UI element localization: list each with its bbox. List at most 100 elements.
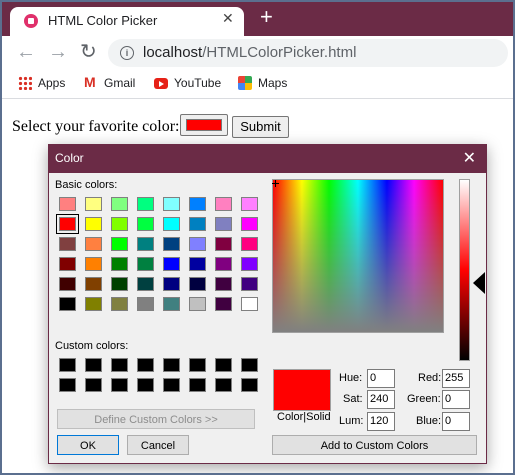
basic-color-swatch-29[interactable] bbox=[163, 257, 180, 271]
basic-color-swatch-18[interactable] bbox=[85, 237, 102, 251]
basic-color-swatch-22[interactable] bbox=[189, 237, 206, 251]
custom-color-swatch-2[interactable] bbox=[85, 358, 102, 372]
custom-color-swatch-14[interactable] bbox=[189, 378, 206, 392]
basic-color-swatch-31[interactable] bbox=[215, 257, 232, 271]
basic-color-swatch-14[interactable] bbox=[189, 217, 206, 231]
basic-color-swatch-17[interactable] bbox=[59, 237, 76, 251]
custom-color-swatch-11[interactable] bbox=[111, 378, 128, 392]
browser-tab[interactable]: HTML Color Picker ✕ bbox=[10, 7, 244, 36]
basic-color-swatch-34[interactable] bbox=[85, 277, 102, 291]
basic-color-swatch-46[interactable] bbox=[189, 297, 206, 311]
info-icon[interactable]: i bbox=[120, 46, 134, 60]
basic-color-swatch-1[interactable] bbox=[59, 197, 76, 211]
dialog-close-icon[interactable]: ✕ bbox=[463, 148, 476, 168]
color-spectrum[interactable] bbox=[272, 179, 444, 333]
sat-label: Sat: bbox=[343, 393, 363, 405]
submit-button[interactable]: Submit bbox=[232, 116, 289, 138]
bookmark-gmail[interactable]: Gmail bbox=[84, 74, 135, 90]
bookmark-youtube[interactable]: YouTube bbox=[154, 76, 221, 90]
cancel-button[interactable]: Cancel bbox=[127, 435, 189, 455]
basic-color-swatch-38[interactable] bbox=[189, 277, 206, 291]
basic-color-swatch-42[interactable] bbox=[85, 297, 102, 311]
basic-color-swatch-8[interactable] bbox=[241, 197, 258, 211]
bookmark-apps[interactable]: Apps bbox=[18, 76, 65, 90]
address-bar[interactable]: i localhost/HTMLColorPicker.html bbox=[108, 39, 508, 67]
custom-color-swatch-8[interactable] bbox=[241, 358, 258, 372]
basic-color-swatch-37[interactable] bbox=[163, 277, 180, 291]
color-prompt-label: Select your favorite color: bbox=[12, 118, 180, 135]
basic-color-swatch-5[interactable] bbox=[163, 197, 180, 211]
custom-color-swatch-4[interactable] bbox=[137, 358, 154, 372]
basic-color-swatch-35[interactable] bbox=[111, 277, 128, 291]
color-input[interactable] bbox=[180, 114, 228, 136]
basic-color-swatch-32[interactable] bbox=[241, 257, 258, 271]
dialog-body: Basic colors: Custom colors: Define Cust… bbox=[49, 173, 486, 463]
blue-field[interactable]: 0 bbox=[442, 412, 470, 431]
basic-color-swatch-21[interactable] bbox=[163, 237, 180, 251]
basic-color-swatch-20[interactable] bbox=[137, 237, 154, 251]
hue-field[interactable]: 0 bbox=[367, 369, 395, 388]
url-path: /HTMLColorPicker.html bbox=[202, 44, 357, 61]
luminosity-bar[interactable] bbox=[459, 179, 470, 361]
basic-color-swatch-30[interactable] bbox=[189, 257, 206, 271]
basic-color-swatch-36[interactable] bbox=[137, 277, 154, 291]
custom-color-swatch-16[interactable] bbox=[241, 378, 258, 392]
ok-button[interactable]: OK bbox=[57, 435, 119, 455]
basic-color-swatch-26[interactable] bbox=[85, 257, 102, 271]
back-icon[interactable]: ← bbox=[16, 41, 36, 63]
basic-color-swatch-9[interactable] bbox=[56, 214, 79, 234]
basic-color-swatch-27[interactable] bbox=[111, 257, 128, 271]
basic-color-swatch-6[interactable] bbox=[189, 197, 206, 211]
custom-color-swatch-5[interactable] bbox=[163, 358, 180, 372]
bookmark-maps[interactable]: Maps bbox=[238, 76, 287, 90]
basic-color-swatch-33[interactable] bbox=[59, 277, 76, 291]
green-label: Green: bbox=[407, 393, 441, 405]
url-text: localhost/HTMLColorPicker.html bbox=[143, 44, 356, 61]
basic-color-swatch-16[interactable] bbox=[241, 217, 258, 231]
basic-color-swatch-19[interactable] bbox=[111, 237, 128, 251]
add-to-custom-colors-button[interactable]: Add to Custom Colors bbox=[272, 435, 477, 455]
sat-field[interactable]: 240 bbox=[367, 390, 395, 409]
basic-color-swatch-7[interactable] bbox=[215, 197, 232, 211]
basic-color-swatch-39[interactable] bbox=[215, 277, 232, 291]
custom-color-swatch-12[interactable] bbox=[137, 378, 154, 392]
basic-color-swatch-24[interactable] bbox=[241, 237, 258, 251]
basic-color-swatch-15[interactable] bbox=[215, 217, 232, 231]
basic-color-swatch-40[interactable] bbox=[241, 277, 258, 291]
custom-color-swatch-15[interactable] bbox=[215, 378, 232, 392]
basic-color-swatch-4[interactable] bbox=[137, 197, 154, 211]
basic-color-swatch-3[interactable] bbox=[111, 197, 128, 211]
basic-color-swatch-23[interactable] bbox=[215, 237, 232, 251]
reload-icon[interactable]: ↻ bbox=[80, 41, 97, 63]
custom-color-swatch-7[interactable] bbox=[215, 358, 232, 372]
custom-color-swatch-1[interactable] bbox=[59, 358, 76, 372]
custom-color-swatch-9[interactable] bbox=[59, 378, 76, 392]
basic-color-swatch-10[interactable] bbox=[85, 217, 102, 231]
green-field[interactable]: 0 bbox=[442, 390, 470, 409]
basic-color-swatch-44[interactable] bbox=[137, 297, 154, 311]
red-field[interactable]: 255 bbox=[442, 369, 470, 388]
luminosity-slider-arrow-icon[interactable] bbox=[473, 272, 485, 294]
basic-color-swatch-11[interactable] bbox=[111, 217, 128, 231]
basic-color-swatch-47[interactable] bbox=[215, 297, 232, 311]
forward-icon[interactable]: → bbox=[48, 41, 68, 63]
basic-color-swatch-12[interactable] bbox=[137, 217, 154, 231]
define-custom-colors-button[interactable]: Define Custom Colors >> bbox=[57, 409, 255, 429]
custom-color-swatch-13[interactable] bbox=[163, 378, 180, 392]
close-tab-icon[interactable]: ✕ bbox=[222, 10, 234, 27]
basic-color-swatch-25[interactable] bbox=[59, 257, 76, 271]
basic-color-swatch-48[interactable] bbox=[241, 297, 258, 311]
basic-color-swatch-28[interactable] bbox=[137, 257, 154, 271]
basic-color-swatch-2[interactable] bbox=[85, 197, 102, 211]
custom-color-swatch-10[interactable] bbox=[85, 378, 102, 392]
basic-color-swatch-41[interactable] bbox=[59, 297, 76, 311]
new-tab-icon[interactable]: + bbox=[260, 5, 273, 29]
spectrum-crosshair-icon[interactable] bbox=[272, 180, 279, 187]
basic-color-swatch-43[interactable] bbox=[111, 297, 128, 311]
custom-colors-label: Custom colors: bbox=[55, 340, 129, 352]
basic-color-swatch-45[interactable] bbox=[163, 297, 180, 311]
lum-field[interactable]: 120 bbox=[367, 412, 395, 431]
custom-color-swatch-3[interactable] bbox=[111, 358, 128, 372]
basic-color-swatch-13[interactable] bbox=[163, 217, 180, 231]
custom-color-swatch-6[interactable] bbox=[189, 358, 206, 372]
